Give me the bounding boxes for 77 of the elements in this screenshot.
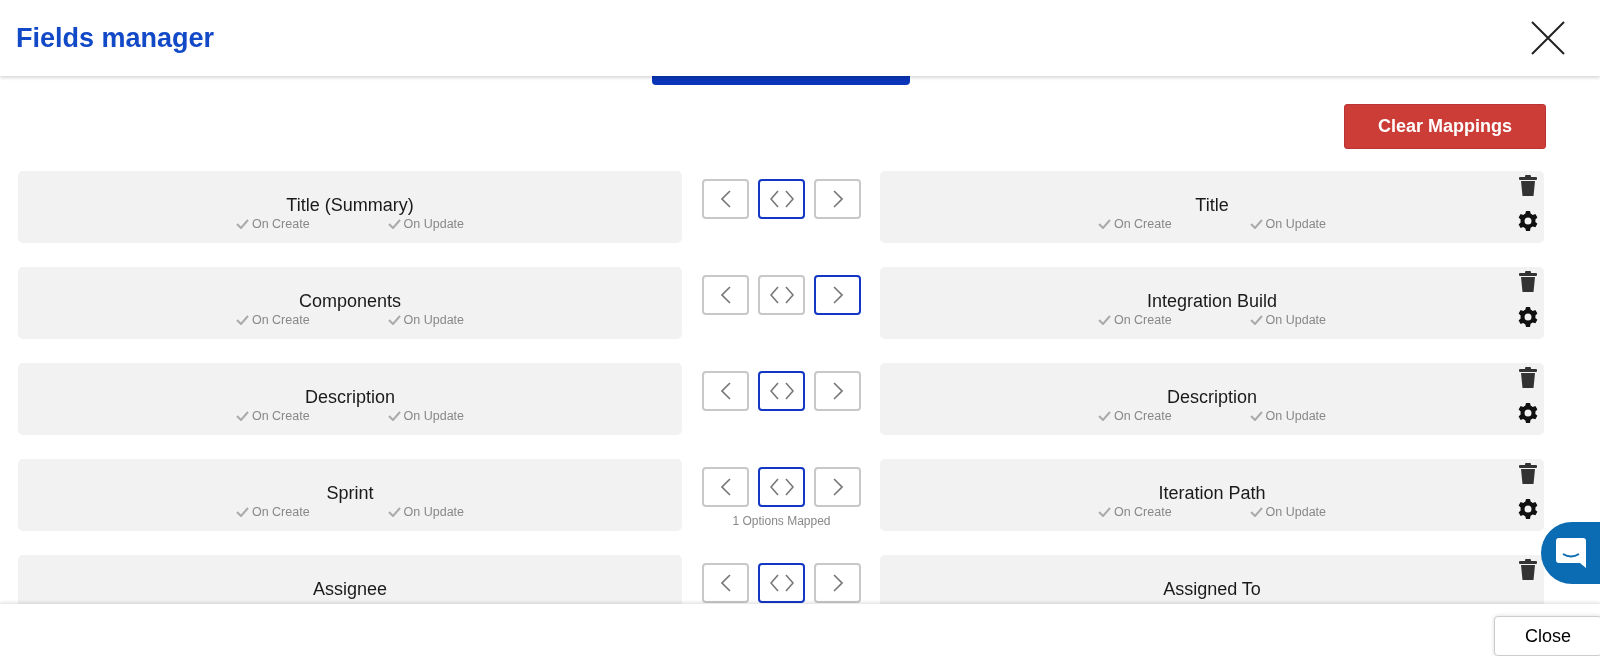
check-icon (1249, 219, 1263, 229)
left-chevron-icon (720, 382, 731, 400)
sync-option: On Update (387, 216, 465, 232)
field-name: Title (1195, 194, 1229, 216)
left-chevron-icon (720, 478, 731, 496)
sync-option: On Create (1097, 312, 1172, 328)
sync-option: On Update (1249, 312, 1327, 328)
sync-option: On Create (1097, 504, 1172, 520)
check-icon (235, 315, 249, 325)
check-icon (1249, 507, 1263, 517)
sync-option: On Update (387, 408, 465, 424)
right-chevron-icon (832, 478, 843, 496)
check-icon (387, 411, 401, 421)
sync-option: On Create (235, 504, 310, 520)
double-chevron-icon (769, 574, 794, 592)
check-icon (1097, 411, 1111, 421)
sync-option: On Update (1249, 216, 1327, 232)
sync-option: On Create (235, 312, 310, 328)
trash-icon[interactable] (1518, 175, 1538, 197)
dialog-title: Fields manager (16, 21, 215, 55)
double-chevron-icon (769, 190, 794, 208)
trash-icon[interactable] (1518, 271, 1538, 293)
two-way-sync-button[interactable] (758, 371, 805, 411)
sync-option: On Update (387, 312, 465, 328)
double-chevron-icon (769, 382, 794, 400)
settings-icon[interactable] (1518, 307, 1538, 327)
sync-option: On Create (1097, 216, 1172, 232)
field-name: Iteration Path (1158, 482, 1266, 504)
check-icon (387, 219, 401, 229)
check-icon (1097, 315, 1111, 325)
double-chevron-icon (769, 286, 794, 304)
two-way-sync-button[interactable] (758, 563, 805, 603)
settings-icon[interactable] (1518, 211, 1538, 231)
trash-icon[interactable] (1518, 367, 1538, 389)
right-chevron-icon (832, 382, 843, 400)
check-icon (235, 411, 249, 421)
left-chevron-icon (720, 574, 731, 592)
sync-option: On Update (1249, 408, 1327, 424)
field-name: Integration Build (1146, 290, 1278, 312)
settings-icon[interactable] (1518, 403, 1538, 423)
field-name: Description (304, 386, 395, 408)
sync-option: On Create (235, 408, 310, 424)
right-chevron-icon (832, 286, 843, 304)
mapping-note: 1 Options Mapped (732, 513, 831, 530)
right-chevron-icon (832, 574, 843, 592)
clear-mappings-button[interactable]: Clear Mappings (1344, 104, 1546, 149)
settings-icon[interactable] (1518, 499, 1538, 519)
trash-icon[interactable] (1518, 559, 1538, 581)
two-way-sync-button[interactable] (758, 467, 805, 507)
right-chevron-icon (832, 190, 843, 208)
check-icon (1097, 507, 1111, 517)
field-name: Title (Summary) (286, 194, 414, 216)
trash-icon[interactable] (1518, 463, 1538, 485)
sync-option: On Create (235, 216, 310, 232)
sync-option: On Create (1097, 408, 1172, 424)
left-chevron-icon (720, 286, 731, 304)
close-icon[interactable] (1530, 20, 1566, 56)
two-way-sync-button[interactable] (758, 179, 805, 219)
check-icon (1249, 315, 1263, 325)
check-icon (387, 315, 401, 325)
close-button[interactable]: Close (1493, 616, 1600, 656)
check-icon (235, 219, 249, 229)
check-icon (235, 507, 249, 517)
check-icon (1249, 411, 1263, 421)
field-name: Description (1166, 386, 1257, 408)
chat-icon[interactable] (1541, 522, 1600, 584)
sync-option: On Update (387, 504, 465, 520)
field-name: Assignee (312, 578, 388, 600)
left-chevron-icon (720, 190, 731, 208)
double-chevron-icon (769, 478, 794, 496)
check-icon (1097, 219, 1111, 229)
field-name: Assigned To (1163, 578, 1261, 600)
field-name: Sprint (326, 482, 374, 504)
check-icon (387, 507, 401, 517)
sync-option: On Update (1249, 504, 1327, 520)
field-name: Components (298, 290, 402, 312)
right-sync-button[interactable] (814, 275, 861, 315)
